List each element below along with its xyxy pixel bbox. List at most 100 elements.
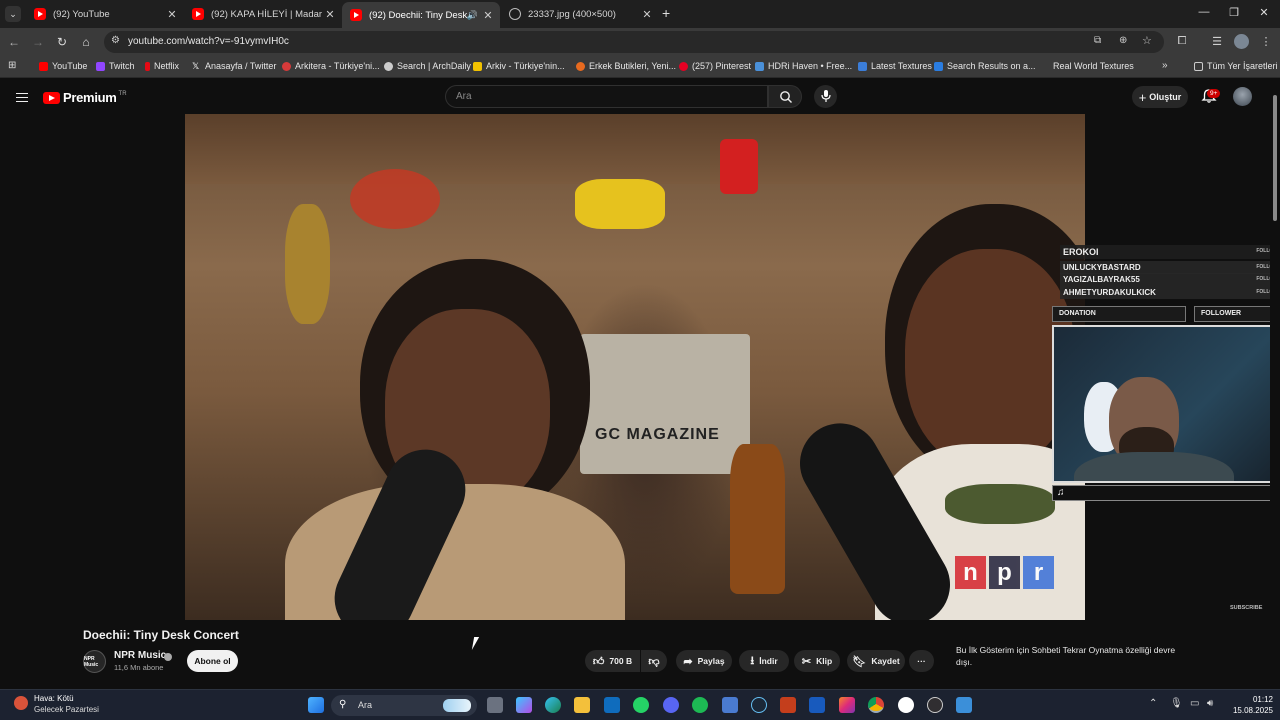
create-button[interactable]: + Oluştur (1132, 86, 1188, 108)
close-window-icon[interactable]: ✕ (1254, 6, 1274, 19)
download-icon: ⭳ (750, 654, 755, 667)
whatsapp-icon[interactable] (633, 697, 649, 713)
bookmark-hdri-haven[interactable]: HDRi Haven • Free... (755, 61, 852, 71)
apps-grid-icon[interactable]: ⊞ (8, 60, 16, 71)
search-box[interactable] (445, 85, 768, 108)
more-actions-button[interactable]: ··· (909, 650, 934, 672)
extensions-icon[interactable]: ⧠ (1174, 35, 1190, 48)
subscribe-button[interactable]: Abone ol (187, 650, 238, 672)
bookmark-arkiv[interactable]: Arkiv - Türkiye'nin... (473, 61, 565, 71)
tab-kapa-hileyi[interactable]: (92) KAPA HİLEYİ | Madara Old... ✕ (184, 3, 342, 25)
volume-tray-icon[interactable]: 🔊︎ (1207, 698, 1213, 709)
all-bookmarks-folder[interactable]: Tüm Yer İşaretleri (1194, 61, 1278, 71)
edge-browser-icon[interactable] (545, 697, 561, 713)
close-tab-icon[interactable]: ✕ (164, 8, 180, 21)
follower-row: EROKOI FOLLOW (1060, 245, 1280, 259)
bookmark-search-results[interactable]: Search Results on a... (934, 61, 1036, 71)
zoom-icon[interactable]: ⊕ (1119, 35, 1127, 46)
tab-strip: ⌄ (92) YouTube ✕ (92) KAPA HİLEYİ | Mada… (0, 0, 1280, 28)
display-tray-icon[interactable]: ▭ (1190, 698, 1199, 709)
bookmark-latest-textures[interactable]: Latest Textures (858, 61, 932, 71)
hamburger-menu-icon[interactable] (16, 90, 28, 105)
youtube-header: Premium TR + Oluştur (0, 79, 1280, 114)
site-info-icon[interactable]: ⚙ (111, 35, 120, 46)
profile-avatar[interactable] (1234, 34, 1249, 49)
like-button[interactable]: 👍︎ 700 B (585, 650, 640, 672)
bookmark-netflix[interactable]: Netflix (145, 61, 179, 71)
video-frame[interactable]: GC MAGAZINE (185, 114, 1085, 620)
windows-start-icon[interactable] (308, 697, 324, 713)
network-app-icon[interactable] (956, 697, 972, 713)
copilot-icon[interactable] (516, 697, 532, 713)
bookmark-archdaily[interactable]: Search | ArchDaily (384, 61, 471, 71)
tab-image[interactable]: 23337.jpg (400×500) ✕ (501, 3, 659, 25)
bookmark-youtube[interactable]: YouTube (39, 61, 87, 71)
search-button[interactable] (768, 85, 802, 108)
weather-alert-icon (14, 696, 28, 710)
taskbar-search[interactable]: ⚲ Ara (331, 695, 477, 716)
bookmark-twitch[interactable]: Twitch (96, 61, 135, 71)
youtube-premium-logo[interactable]: Premium TR (43, 90, 127, 105)
close-tab-icon[interactable]: ✕ (639, 8, 655, 21)
music-note-icon: ♫ (1057, 487, 1065, 498)
clip-button[interactable]: ✂ Klip (794, 650, 840, 672)
channel-name[interactable]: NPR Music (114, 650, 166, 661)
save-button[interactable]: 🔖︎ Kaydet (847, 650, 905, 672)
microphone-tray-icon[interactable]: 🎙︎ (1170, 698, 1183, 709)
yandex-icon[interactable] (898, 697, 914, 713)
tab-youtube[interactable]: (92) YouTube ✕ (26, 3, 184, 25)
bookmarks-bar: ⊞ YouTube Twitch Netflix 𝕏 Anasayfa / Twi… (0, 56, 1280, 78)
search-input[interactable] (456, 91, 736, 102)
minimize-icon[interactable]: — (1194, 6, 1214, 18)
audio-playing-icon[interactable]: 🔊 (467, 10, 478, 21)
task-view-icon[interactable] (487, 697, 503, 713)
spotify-icon[interactable] (692, 697, 708, 713)
bookmark-erkek-butikleri[interactable]: Erkek Butikleri, Yeni... (576, 61, 676, 71)
address-bar[interactable]: ⚙ youtube.com/watch?v=-91vymvIH0c ⧉ ⊕ ☆ (104, 31, 1164, 53)
account-avatar[interactable] (1233, 87, 1252, 106)
more-bookmarks-icon[interactable]: » (1162, 60, 1168, 71)
dislike-button[interactable]: 👎︎ (641, 650, 667, 672)
back-icon[interactable]: ← (6, 35, 22, 49)
microsoft-store-icon[interactable] (722, 697, 738, 713)
show-hidden-icons-chevron[interactable]: ⌃ (1149, 698, 1157, 709)
bookmark-real-world-textures[interactable]: Real World Textures (1040, 61, 1134, 71)
system-clock[interactable]: 01:12 15.08.2025 (1223, 694, 1273, 716)
url-text[interactable]: youtube.com/watch?v=-91vymvIH0c (128, 36, 289, 47)
instagram-icon[interactable] (839, 697, 855, 713)
page-scrollbar[interactable] (1270, 79, 1280, 690)
subscribe-watermark[interactable]: SUBSCRIBE (1230, 605, 1262, 611)
chrome-icon[interactable] (868, 697, 884, 713)
more-dots-icon: ··· (917, 656, 926, 666)
forward-icon[interactable]: → (30, 35, 46, 49)
bookmark-twitter[interactable]: 𝕏 Anasayfa / Twitter (192, 61, 276, 71)
media-controls-icon[interactable]: ☰ (1209, 35, 1225, 48)
bookmark-star-icon[interactable]: ☆ (1142, 34, 1152, 47)
follower-label: FOLLOWER (1201, 310, 1242, 317)
tab-search-button[interactable]: ⌄ (5, 6, 21, 22)
verified-check-icon (164, 653, 172, 661)
steam-icon[interactable] (751, 697, 767, 713)
new-tab-button[interactable]: + (662, 5, 670, 21)
word-icon[interactable] (809, 697, 825, 713)
outlook-icon[interactable] (604, 697, 620, 713)
voice-search-button[interactable] (814, 85, 837, 108)
share-button[interactable]: ➦ Paylaş (676, 650, 732, 672)
scrollbar-thumb[interactable] (1273, 95, 1277, 221)
tab-doechii-active[interactable]: (92) Doechii: Tiny Desk Con... 🔊 ✕ (342, 2, 500, 28)
discord-icon[interactable] (663, 697, 679, 713)
home-icon[interactable]: ⌂ (78, 35, 94, 49)
powerpoint-icon[interactable] (780, 697, 796, 713)
download-button[interactable]: ⭳ İndir (739, 650, 789, 672)
close-tab-icon[interactable]: ✕ (480, 9, 496, 22)
channel-avatar[interactable]: NPR Music (83, 650, 106, 673)
file-explorer-icon[interactable] (574, 697, 590, 713)
bookmark-pinterest[interactable]: (257) Pinterest (679, 61, 751, 71)
obs-icon[interactable] (927, 697, 943, 713)
bookmark-arkitera[interactable]: Arkitera - Türkiye'ni... (282, 61, 380, 71)
install-app-icon[interactable]: ⧉ (1094, 35, 1101, 46)
reload-icon[interactable]: ↻ (54, 35, 70, 49)
menu-kebab-icon[interactable]: ⋮ (1258, 35, 1274, 48)
restore-icon[interactable]: ❐ (1224, 6, 1244, 19)
close-tab-icon[interactable]: ✕ (322, 8, 338, 21)
